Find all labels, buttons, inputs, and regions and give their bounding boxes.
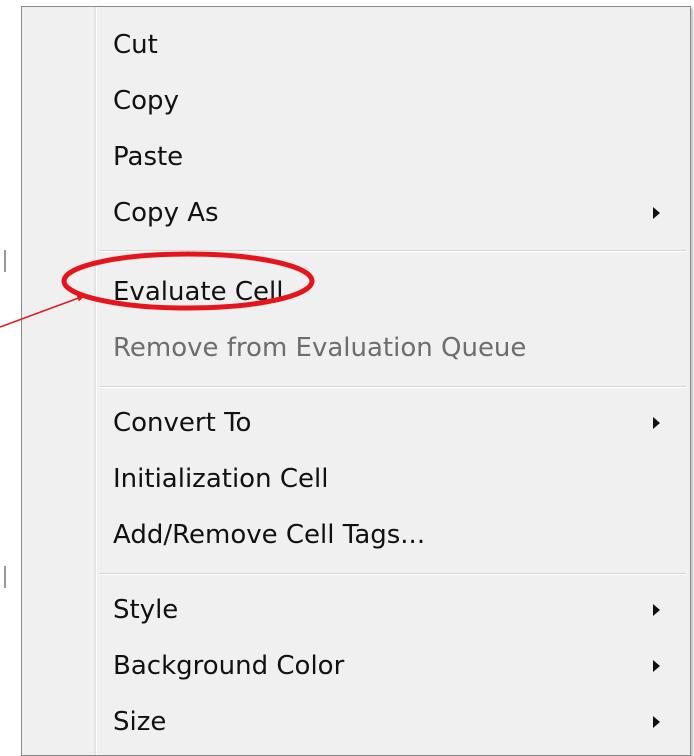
menu-item-label: Add/Remove Cell Tags... [113,520,426,550]
context-menu: Cut Copy Paste Copy As Evaluate Cell Rem… [21,6,691,756]
menu-item-label: Paste [113,142,184,172]
menu-separator [99,250,686,252]
menu-separator [99,386,686,388]
submenu-arrow-icon [653,604,660,616]
menu-item-remove-from-evaluation-queue: Remove from Evaluation Queue [22,320,690,376]
menu-item-label: Cut [113,30,158,60]
menu-item-copy[interactable]: Copy [22,73,690,129]
menu-item-label: Remove from Evaluation Queue [113,333,527,363]
submenu-arrow-icon [653,207,660,219]
menu-item-label: Background Color [113,651,345,681]
menu-item-add-remove-cell-tags[interactable]: Add/Remove Cell Tags... [22,507,690,563]
menu-item-initialization-cell[interactable]: Initialization Cell [22,451,690,507]
menu-item-label: Initialization Cell [113,464,329,494]
menu-item-copy-as[interactable]: Copy As [22,185,690,241]
menu-item-paste[interactable]: Paste [22,129,690,185]
menu-item-background-color[interactable]: Background Color [22,638,690,694]
submenu-arrow-icon [653,660,660,672]
menu-item-cut[interactable]: Cut [22,17,690,73]
menu-item-size[interactable]: Size [22,694,690,750]
menu-item-label: Convert To [113,408,252,438]
menu-item-label: Size [113,707,167,737]
menu-separator [99,573,686,575]
menu-item-label: Copy [113,86,179,116]
menu-item-label: Style [113,595,179,625]
menu-item-label: Copy As [113,198,219,228]
background-tick-mark [4,566,6,588]
menu-item-convert-to[interactable]: Convert To [22,395,690,451]
menu-item-label: Evaluate Cell [113,277,284,307]
menu-item-style[interactable]: Style [22,582,690,638]
submenu-arrow-icon [653,417,660,429]
submenu-arrow-icon [653,716,660,728]
background-tick-mark [4,250,6,272]
menu-item-evaluate-cell[interactable]: Evaluate Cell [22,264,690,320]
